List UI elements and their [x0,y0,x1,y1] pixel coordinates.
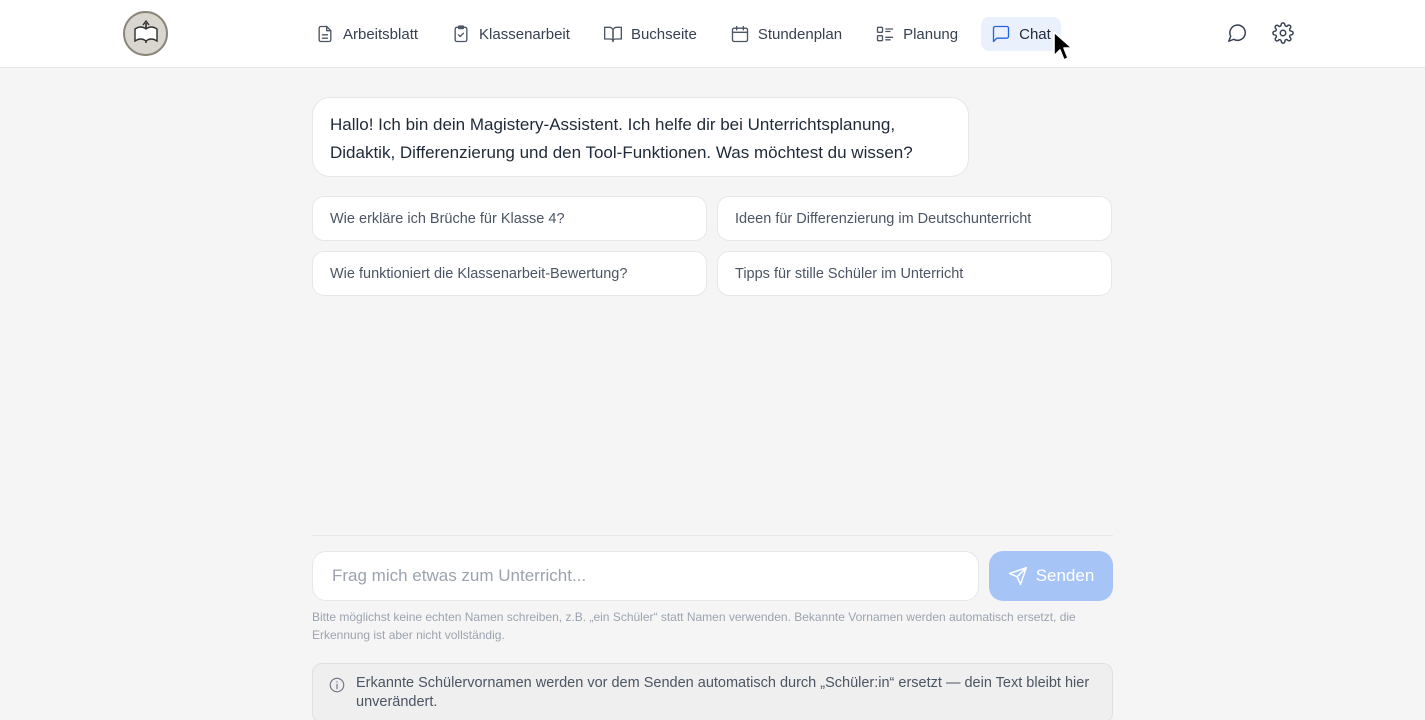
composer-divider [312,535,1113,536]
send-button[interactable]: Senden [989,551,1113,601]
suggestion-chip[interactable]: Ideen für Differenzierung im Deutschunte… [717,196,1112,241]
chat-message-input[interactable] [312,551,979,601]
name-replacement-notice: Erkannte Schülervornamen werden vor dem … [312,663,1113,720]
nav-item-label: Stundenplan [757,25,843,43]
privacy-hint: Bitte möglichst keine echten Namen schre… [312,610,1076,642]
nav-item-stundenplan[interactable]: Stundenplan [720,17,852,51]
send-icon [1008,566,1027,586]
assistant-message: Hallo! Ich bin dein Magistery-Assistent.… [312,97,969,177]
nav-item-label: Chat [1019,25,1051,43]
book-logo-icon [133,19,158,43]
send-button-label: Senden [1035,566,1095,585]
nav-item-arbeitsblatt[interactable]: Arbeitsblatt [305,17,428,51]
list-checks-icon [876,26,894,42]
clipboard-check-icon [454,25,468,43]
magistery-logo[interactable] [123,11,168,56]
settings-button[interactable] [1272,22,1296,46]
nav-item-klassenarbeit[interactable]: Klassenarbeit [441,17,580,51]
calendar-icon [731,25,748,43]
gear-icon [1272,22,1294,44]
suggestion-chip[interactable]: Tipps für stille Schüler im Unterricht [717,251,1112,296]
nav-item-label: Arbeitsblatt [343,25,419,43]
nav-item-buchseite[interactable]: Buchseite [593,17,707,51]
book-open-icon [603,26,622,43]
notice-text: Erkannte Schülervornamen werden vor dem … [356,675,1090,710]
main-nav: Arbeitsblatt Klassenarbeit Buchseite Stu… [305,16,1074,52]
info-icon [328,676,346,694]
suggestion-chip[interactable]: Wie erkläre ich Brüche für Klasse 4? [312,196,707,241]
chat-icon [992,25,1010,43]
nav-item-label: Planung [903,25,959,43]
top-navigation-bar: Arbeitsblatt Klassenarbeit Buchseite Stu… [0,0,1425,68]
nav-item-label: Buchseite [630,25,697,43]
nav-item-chat[interactable]: Chat [981,17,1061,51]
chat-bubble-icon [1228,24,1246,42]
nav-item-planung[interactable]: Planung [865,17,968,51]
nav-item-label: Klassenarbeit [479,25,570,43]
suggestion-chip[interactable]: Wie funktioniert die Klassenarbeit-Bewer… [312,251,707,296]
document-icon [318,25,332,43]
chat-bubble-button[interactable] [1226,22,1250,46]
